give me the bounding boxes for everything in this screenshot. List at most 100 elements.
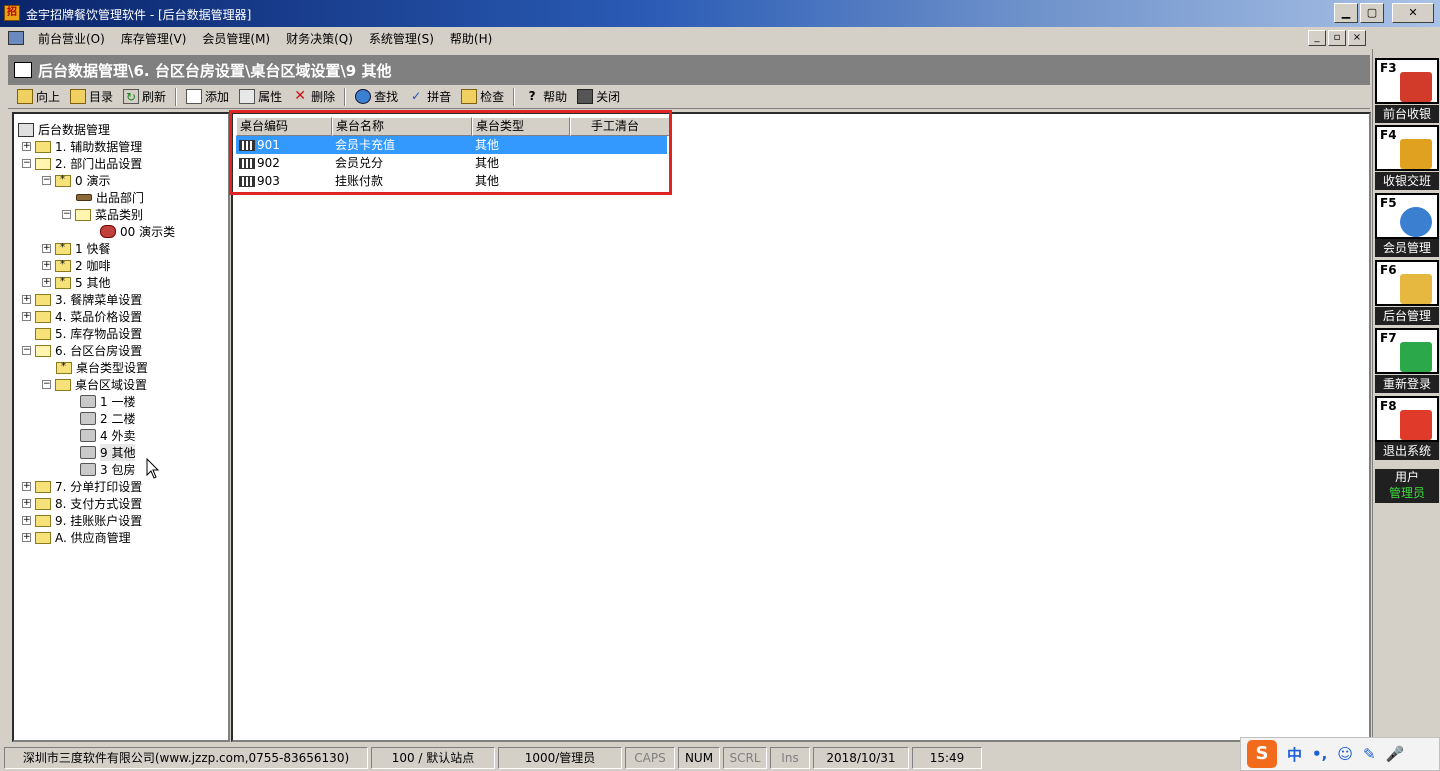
tree-label: 2. 部门出品设置 xyxy=(55,157,143,171)
column-header-manual-clear[interactable]: 手工清台 xyxy=(570,117,670,136)
delete-button[interactable]: ✕ 删除 xyxy=(287,86,340,108)
tree-node-dept-output[interactable]: − 2. 部门出品设置 xyxy=(22,155,142,172)
tree-node-table-area[interactable]: − 桌台区域设置 xyxy=(42,376,147,393)
expand-icon[interactable]: + xyxy=(22,482,31,491)
fkey-label: F5 xyxy=(1380,196,1397,210)
tree-node-demo-category[interactable]: 00 演示类 xyxy=(100,223,175,240)
column-header-name[interactable]: 桌台名称 xyxy=(332,117,472,136)
f3-cashier-button[interactable]: F3 xyxy=(1375,58,1439,104)
ime-punctuation-toggle[interactable]: •, xyxy=(1312,745,1327,763)
f8-exit-button[interactable]: F8 xyxy=(1375,396,1439,442)
row-type: 其他 xyxy=(475,174,500,188)
tree-node-floor1[interactable]: 1 一楼 xyxy=(80,393,135,410)
collapse-icon[interactable]: − xyxy=(22,159,31,168)
tree-label: 5 其他 xyxy=(75,276,111,290)
expand-icon[interactable]: + xyxy=(22,516,31,525)
mdi-close-button[interactable]: × xyxy=(1348,30,1366,46)
tree-node-other-area[interactable]: 9 其他 xyxy=(80,444,136,461)
table-pane[interactable]: 桌台编码 桌台名称 桌台类型 手工清台 901 会员卡充值 其他 902 会员兑… xyxy=(231,112,1371,742)
microphone-icon[interactable]: 🎤 xyxy=(1386,745,1405,763)
mdi-restore-button[interactable]: ▫ xyxy=(1328,30,1346,46)
menu-inventory[interactable]: 库存管理(V) xyxy=(113,30,195,47)
menu-help[interactable]: 帮助(H) xyxy=(442,30,500,47)
tree-node-demo[interactable]: − 0 演示 xyxy=(42,172,110,189)
tree-node-floor2[interactable]: 2 二楼 xyxy=(80,410,135,427)
pinyin-button[interactable]: ✓ 拼音 xyxy=(403,86,456,108)
tree-node-private-room[interactable]: 3 包房 xyxy=(80,461,135,478)
tree-node-other-dept[interactable]: +5 其他 xyxy=(42,274,110,291)
find-button[interactable]: 查找 xyxy=(350,86,403,108)
column-header-type[interactable]: 桌台类型 xyxy=(472,117,570,136)
emoji-icon[interactable]: ☺ xyxy=(1337,745,1353,763)
up-button[interactable]: 向上 xyxy=(12,86,65,108)
tree-node-dish-category[interactable]: − 菜品类别 xyxy=(62,206,143,223)
tree-node-aux-data[interactable]: +1. 辅助数据管理 xyxy=(22,138,142,155)
column-header-code[interactable]: 桌台编码 xyxy=(236,117,332,136)
f5-members-button[interactable]: F5 xyxy=(1375,193,1439,239)
expand-icon[interactable]: + xyxy=(22,499,31,508)
tree-label: 1 快餐 xyxy=(75,242,111,256)
tree-node-table-room-settings[interactable]: − 6. 台区台房设置 xyxy=(22,342,142,359)
tree-node-payment[interactable]: +8. 支付方式设置 xyxy=(22,495,142,512)
tree-node-menu-settings[interactable]: +3. 餐牌菜单设置 xyxy=(22,291,142,308)
tree-node-price-settings[interactable]: +4. 菜品价格设置 xyxy=(22,308,142,325)
catalog-label: 目录 xyxy=(89,90,114,104)
tree-node-output-dept[interactable]: 出品部门 xyxy=(76,189,144,206)
properties-button[interactable]: 属性 xyxy=(234,86,287,108)
check-label: 检查 xyxy=(480,90,505,104)
tree-node-split-print[interactable]: +7. 分单打印设置 xyxy=(22,478,142,495)
expand-icon[interactable]: + xyxy=(22,142,31,151)
f4-shift-button[interactable]: F4 xyxy=(1375,125,1439,171)
catalog-button[interactable]: 目录 xyxy=(65,86,118,108)
f7-relogin-button[interactable]: F7 xyxy=(1375,328,1439,374)
tree-node-fastfood[interactable]: +1 快餐 xyxy=(42,240,110,257)
add-button[interactable]: 添加 xyxy=(181,86,234,108)
sogou-logo-icon[interactable]: S xyxy=(1247,740,1277,768)
menu-front-business[interactable]: 前台营业(O) xyxy=(30,30,113,47)
refresh-button[interactable]: ↻ 刷新 xyxy=(118,86,171,108)
tree-node-stock-settings[interactable]: 5. 库存物品设置 xyxy=(22,325,142,342)
expand-icon[interactable]: + xyxy=(22,295,31,304)
collapse-icon[interactable]: − xyxy=(42,176,51,185)
tree-root[interactable]: 后台数据管理 xyxy=(18,121,110,138)
menu-system[interactable]: 系统管理(S) xyxy=(361,30,442,47)
tree-node-credit-accounts[interactable]: +9. 挂账账户设置 xyxy=(22,512,142,529)
collapse-icon[interactable]: − xyxy=(42,380,51,389)
expand-icon[interactable]: + xyxy=(22,533,31,542)
collapse-icon[interactable]: − xyxy=(22,346,31,355)
close-window-button[interactable]: ✕ xyxy=(1392,3,1434,23)
delete-x-icon: ✕ xyxy=(294,88,306,104)
tree-node-suppliers[interactable]: + A. 供应商管理 xyxy=(22,529,131,546)
menu-finance[interactable]: 财务决策(Q) xyxy=(278,30,361,47)
user-block: 用户 管理员 xyxy=(1375,469,1439,503)
system-menu-icon[interactable] xyxy=(8,31,24,45)
expand-icon[interactable]: + xyxy=(42,261,51,270)
tree-node-takeout[interactable]: 4 外卖 xyxy=(80,427,135,444)
table-row[interactable]: 901 会员卡充值 其他 xyxy=(236,136,667,154)
mdi-minimize-button[interactable]: _ xyxy=(1308,30,1326,46)
ime-language-toggle[interactable]: 中 xyxy=(1287,744,1302,765)
star-folder-icon xyxy=(55,259,71,272)
menu-members[interactable]: 会员管理(M) xyxy=(194,30,278,47)
table-row[interactable]: 902 会员兑分 其他 xyxy=(236,154,667,172)
search-icon xyxy=(355,89,372,104)
pen-icon[interactable]: ✎ xyxy=(1363,745,1376,763)
expand-icon[interactable]: + xyxy=(42,278,51,287)
f6-backend-button[interactable]: F6 xyxy=(1375,260,1439,306)
tree-label: 9 其他 xyxy=(100,444,136,461)
maximize-button[interactable]: ▢ xyxy=(1360,3,1384,23)
tree-pane[interactable]: 后台数据管理 +1. 辅助数据管理 −2. 部门出品设置 −0 演示 出品部门 … xyxy=(12,112,230,742)
help-button[interactable]: ? 帮助 xyxy=(519,86,572,108)
star-folder-icon xyxy=(56,361,72,374)
minimize-button[interactable]: ▁ xyxy=(1334,3,1358,23)
expand-icon[interactable]: + xyxy=(42,244,51,253)
tree-label: 后台数据管理 xyxy=(38,123,111,137)
tree-label: 3 包房 xyxy=(100,463,136,477)
check-button[interactable]: 检查 xyxy=(456,86,509,108)
close-button[interactable]: 关闭 xyxy=(572,86,625,108)
expand-icon[interactable]: + xyxy=(22,312,31,321)
table-row[interactable]: 903 挂账付款 其他 xyxy=(236,172,667,190)
collapse-icon[interactable]: − xyxy=(62,210,71,219)
tree-node-coffee[interactable]: +2 咖啡 xyxy=(42,257,110,274)
tree-node-table-type[interactable]: 桌台类型设置 xyxy=(56,359,148,376)
